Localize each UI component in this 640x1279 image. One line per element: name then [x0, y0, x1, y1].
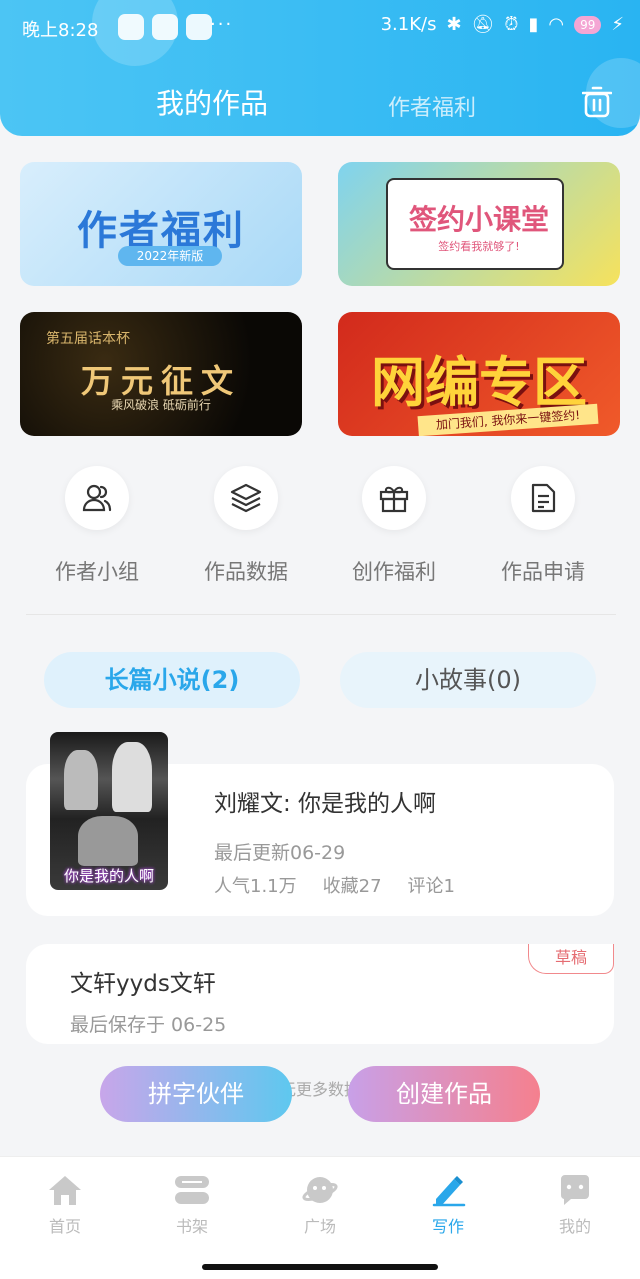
wechat-icon	[152, 14, 178, 40]
mute-icon: 🔕︎	[471, 14, 495, 35]
wifi-icon: ◠	[548, 14, 565, 35]
cover-caption: 你是我的人啊	[63, 867, 154, 885]
bluetooth-icon: ✱	[446, 14, 462, 35]
banner-subtitle: 乘风破浪 砥砺前行	[111, 398, 211, 412]
quick-label: 作者小组	[55, 560, 139, 584]
banner-subtitle: 签约看我就够了!	[438, 240, 520, 253]
no-more-data: 无更多数据	[279, 1080, 360, 1099]
status-right: 3.1K/s ✱ 🔕︎ ⏰︎ ▮ ◠ 99 ⚡	[381, 14, 624, 35]
tab-author-welfare[interactable]: 作者福利	[388, 90, 476, 122]
banner-kicker: 第五届话本杯	[46, 331, 130, 347]
charging-icon: ⚡	[611, 14, 624, 35]
quick-label: 作品数据	[204, 560, 288, 584]
status-time: 晚上8:28	[22, 20, 99, 41]
partner-button[interactable]: 拼字伙伴	[100, 1066, 292, 1122]
tab-mine[interactable]: 我的	[535, 1173, 615, 1237]
divider	[26, 614, 616, 615]
quick-work-application[interactable]: 作品申请	[488, 466, 598, 586]
tab-label: 我的	[558, 1217, 591, 1236]
draft-title[interactable]: 文轩yyds文轩	[70, 964, 216, 998]
draft-saved-time: 最后保存于 06-25	[70, 1014, 227, 1036]
quick-label: 创作福利	[352, 560, 436, 584]
tab-label: 首页	[48, 1217, 81, 1236]
segment-short-story[interactable]: 小故事(0)	[340, 652, 596, 708]
banner-author-welfare[interactable]: 作者福利 2022年新版	[20, 162, 302, 286]
cover-figure	[78, 816, 138, 866]
cover-figure	[64, 750, 98, 810]
banner-subtitle: 2022年新版	[118, 246, 222, 266]
tab-home[interactable]: 首页	[25, 1173, 105, 1237]
work-popularity: 人气1.1万	[214, 876, 297, 897]
draft-badge: 草稿	[528, 944, 614, 974]
status-app-icons	[118, 14, 212, 40]
home-indicator	[202, 1264, 438, 1270]
home-icon	[49, 1176, 81, 1205]
tab-my-works[interactable]: 我的作品	[156, 82, 268, 122]
work-favorites: 收藏27	[322, 876, 382, 897]
tab-write[interactable]: 写作	[408, 1173, 488, 1237]
quick-creation-welfare[interactable]: 创作福利	[339, 466, 449, 586]
planet-icon	[302, 1177, 338, 1203]
net-speed: 3.1K/s	[380, 14, 437, 35]
create-work-button[interactable]: 创建作品	[348, 1066, 540, 1122]
group-icon	[65, 466, 129, 530]
status-bar: 晚上8:28 ··· 3.1K/s ✱ 🔕︎ ⏰︎ ▮ ◠ 99 ⚡	[0, 0, 640, 56]
tab-label: 写作	[431, 1217, 464, 1236]
gift-icon	[362, 466, 426, 530]
work-title[interactable]: 刘耀文: 你是我的人啊	[214, 784, 436, 818]
banner-signing-class[interactable]: 签约小课堂 签约看我就够了!	[338, 162, 620, 286]
pen-icon	[432, 1176, 466, 1207]
trash-icon[interactable]	[582, 86, 612, 118]
work-updated: 最后更新06-29	[214, 842, 346, 864]
cover-figure	[112, 742, 152, 812]
bottom-tab-bar: 首页 书架 广场 写作 我的	[0, 1156, 640, 1279]
quick-label: 作品申请	[501, 560, 585, 584]
notification-app-icon	[118, 14, 144, 40]
qq-icon	[186, 14, 212, 40]
quick-author-group[interactable]: 作者小组	[42, 466, 152, 586]
tab-bookshelf[interactable]: 书架	[152, 1173, 232, 1237]
battery-indicator: 99	[574, 15, 602, 34]
chat-icon	[560, 1175, 589, 1205]
more-notifications-icon: ···	[210, 14, 234, 35]
alarm-icon: ⏰︎	[504, 14, 519, 35]
header: 晚上8:28 ··· 3.1K/s ✱ 🔕︎ ⏰︎ ▮ ◠ 99 ⚡ 我的作品 …	[0, 0, 640, 136]
banner-editor-zone[interactable]: 网编专区 加门我们, 我你来一键签约!	[338, 312, 620, 436]
banner-title: 签约小课堂	[408, 203, 549, 236]
tab-label: 书架	[175, 1217, 208, 1236]
bookshelf-icon	[175, 1176, 209, 1204]
banner-essay-contest[interactable]: 第五届话本杯 万元征文 乘风破浪 砥砺前行	[20, 312, 302, 436]
tab-plaza[interactable]: 广场	[280, 1173, 360, 1237]
work-cover[interactable]: 你是我的人啊	[50, 732, 168, 890]
quick-work-data[interactable]: 作品数据	[191, 466, 301, 586]
tab-label: 广场	[303, 1217, 336, 1236]
layers-icon	[214, 466, 278, 530]
segment-long-novel[interactable]: 长篇小说(2)	[44, 652, 300, 708]
work-comments: 评论1	[407, 876, 455, 897]
signal-icon: ▮	[528, 14, 539, 35]
document-icon	[511, 466, 575, 530]
work-stats: 人气1.1万 收藏27 评论1	[214, 872, 455, 898]
